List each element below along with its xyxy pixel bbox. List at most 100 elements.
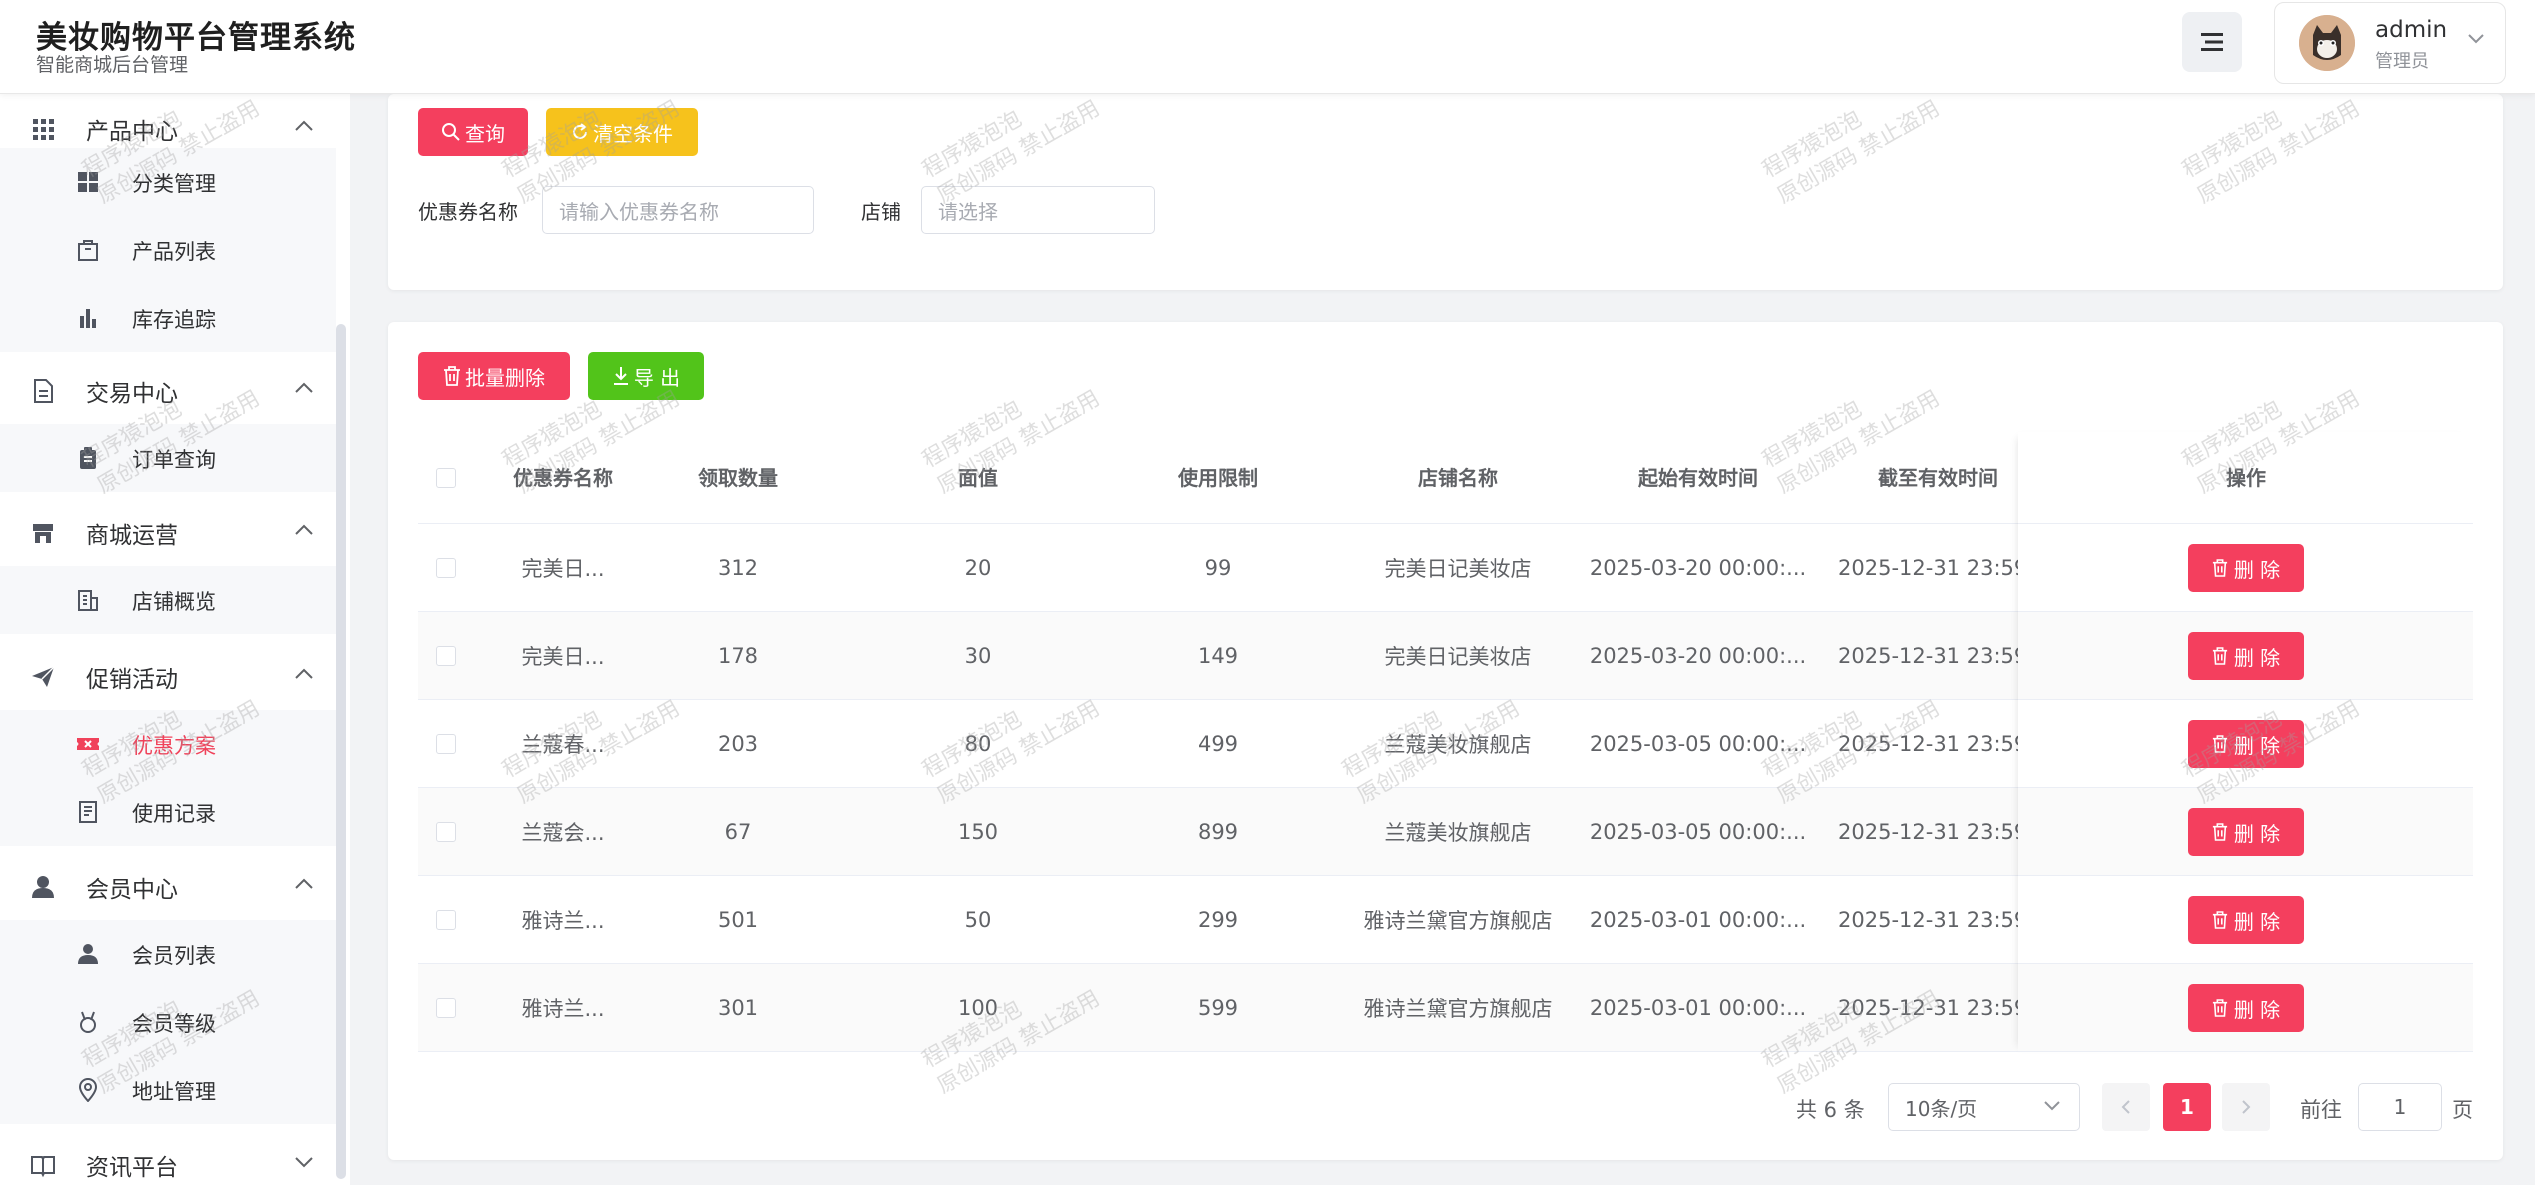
send-icon [32,666,55,687]
header-shop-name: 店铺名称 [1418,466,1498,490]
sidebar-group-trade[interactable]: 交易中心 [0,356,336,424]
table-row: 雅诗兰... 501 50 299 雅诗兰黛官方旗舰店 2025-03-01 0… [418,876,2473,964]
row-checkbox[interactable] [436,910,456,930]
sidebar-group-member[interactable]: 会员中心 [0,852,336,920]
batch-delete-button[interactable]: 批量删除 [418,352,570,400]
category-icon [78,172,98,192]
search-panel: 查询 清空条件 优惠券名称 请输入优惠券名称 店铺 请选择 [388,94,2503,290]
cell-face-value: 20 [964,556,992,580]
bar-chart-icon [80,309,96,328]
cell-usage-limit: 899 [1197,820,1239,844]
sidebar-group-promotion[interactable]: 促销活动 [0,642,336,710]
user-menu[interactable]: admin 管理员 [2274,2,2506,84]
sidebar-item-inventory[interactable]: 库存追踪 [0,284,336,352]
table-row: 雅诗兰... 301 100 599 雅诗兰黛官方旗舰店 2025-03-01 … [418,964,2473,1052]
sidebar-item-shops[interactable]: 店铺概览 [0,566,336,634]
coupon-name-input[interactable]: 请输入优惠券名称 [542,186,814,234]
table-row: 兰蔻会... 67 150 899 兰蔻美妆旗舰店 2025-03-05 00:… [418,788,2473,876]
query-button[interactable]: 查询 [418,108,528,156]
package-icon [78,240,98,261]
chevron-right-icon [2242,1100,2251,1114]
cell-shop-name: 完美日记美妆店 [1384,645,1532,669]
app-subtitle: 智能商城后台管理 [36,54,189,76]
cell-shop-name: 雅诗兰黛官方旗舰店 [1363,909,1553,933]
delete-button[interactable]: 删 除 [2188,808,2304,856]
cell-received-count: 203 [717,732,759,756]
delete-button[interactable]: 删 除 [2188,544,2304,592]
delete-button[interactable]: 删 除 [2188,632,2304,680]
table-header: 优惠券名称 领取数量 面值 使用限制 店铺名称 起始有效时间 截至有效时间 操作 [418,432,2473,524]
cell-face-value: 50 [964,908,992,932]
cell-coupon-name: 兰蔻会... [521,821,605,845]
row-checkbox[interactable] [436,734,456,754]
location-icon [78,1078,98,1102]
document-icon [34,379,53,403]
user-icon [78,944,98,964]
delete-button-label: 删 除 [2233,557,2281,582]
sidebar-item-coupons[interactable]: 优惠方案 [0,710,336,778]
prev-page-button[interactable] [2102,1083,2150,1131]
building-icon [78,590,98,611]
header-actions: 操作 [2226,466,2266,490]
hamburger-icon [2201,33,2223,51]
next-page-button[interactable] [2222,1083,2270,1131]
trash-icon [2212,911,2227,929]
sidebar-item-products[interactable]: 产品列表 [0,216,336,284]
sidebar-item-members[interactable]: 会员列表 [0,920,336,988]
sidebar-item-orders[interactable]: 订单查询 [0,424,336,492]
delete-button-label: 删 除 [2233,733,2281,758]
avatar [2299,15,2355,71]
header-usage-limit: 使用限制 [1178,466,1258,490]
pagination-total: 共 6 条 [1796,1098,1865,1122]
user-icon [32,876,54,898]
chevron-up-icon [295,878,313,889]
cell-usage-limit: 599 [1197,996,1239,1020]
header-coupon-name: 优惠券名称 [513,466,613,490]
sidebar-group-label: 产品中心 [86,119,178,145]
sidebar-group-label: 交易中心 [86,381,178,407]
sidebar-item-addresses[interactable]: 地址管理 [0,1056,336,1124]
clear-conditions-button[interactable]: 清空条件 [546,108,698,156]
cell-end-time: 2025-12-31 23:59: [1838,732,2018,756]
medal-icon [80,1011,96,1033]
page-number-button[interactable]: 1 [2163,1083,2211,1131]
row-checkbox[interactable] [436,646,456,666]
cell-start-time: 2025-03-01 00:00:... [1589,996,1807,1020]
sidebar-item-member-levels[interactable]: 会员等级 [0,988,336,1056]
row-checkbox[interactable] [436,822,456,842]
cell-start-time: 2025-03-05 00:00:... [1589,820,1807,844]
cell-received-count: 178 [717,644,759,668]
trash-icon [2212,823,2227,841]
sidebar-item-label: 订单查询 [132,448,216,472]
chevron-up-icon [295,120,313,131]
delete-button-label: 删 除 [2233,645,2281,670]
goto-page-input[interactable]: 1 [2358,1083,2442,1131]
row-checkbox[interactable] [436,998,456,1018]
user-name: admin [2375,17,2448,43]
export-button[interactable]: 导 出 [588,352,704,400]
chevron-up-icon [295,524,313,535]
cell-coupon-name: 完美日... [521,557,605,581]
sidebar-item-category[interactable]: 分类管理 [0,148,336,216]
delete-button[interactable]: 删 除 [2188,984,2304,1032]
row-checkbox[interactable] [436,558,456,578]
trash-icon [2212,647,2227,665]
trash-icon [444,366,460,386]
shop-select[interactable]: 请选择 [921,186,1155,234]
page-size-select[interactable]: 10条/页 [1888,1083,2080,1131]
delete-button[interactable]: 删 除 [2188,720,2304,768]
sidebar-item-label: 优惠方案 [132,734,216,758]
sidebar-item-usage-records[interactable]: 使用记录 [0,778,336,846]
select-all-checkbox[interactable] [436,468,456,488]
sidebar-group-news[interactable]: 资讯平台 [0,1130,336,1185]
page-size-value: 10条/页 [1905,1096,1978,1121]
sidebar-group-label: 商城运营 [86,523,178,549]
cell-start-time: 2025-03-01 00:00:... [1589,908,1807,932]
clipboard-icon [80,447,96,469]
menu-toggle-button[interactable] [2182,12,2242,72]
sidebar-scrollbar[interactable] [336,324,346,1179]
shop-label: 店铺 [861,200,901,224]
delete-button[interactable]: 删 除 [2188,896,2304,944]
sidebar-group-operation[interactable]: 商城运营 [0,498,336,566]
trash-icon [2212,735,2227,753]
